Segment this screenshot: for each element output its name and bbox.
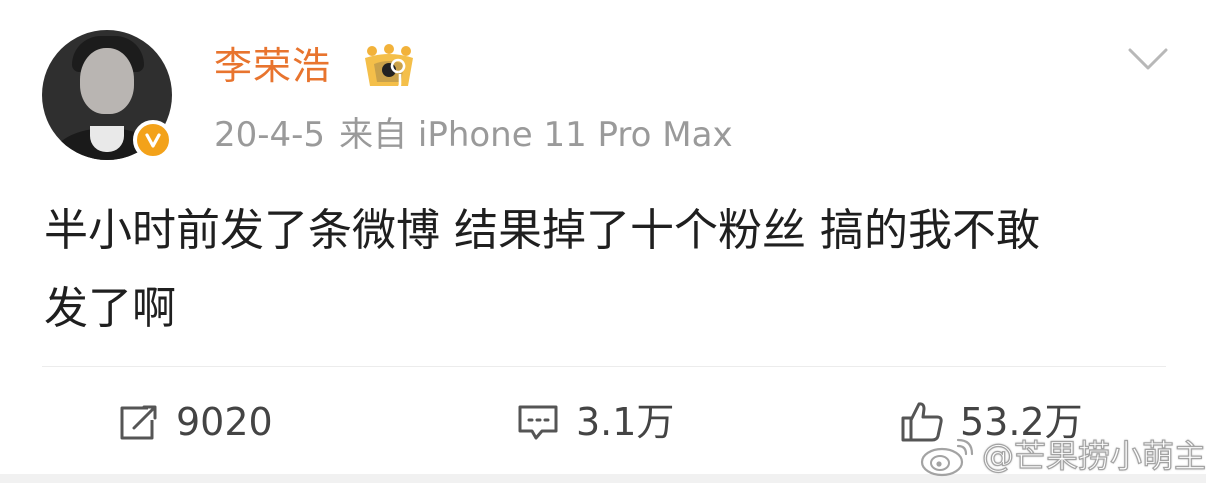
weibo-logo-icon xyxy=(920,438,974,477)
chevron-down-icon[interactable] xyxy=(1128,46,1168,72)
comment-count: 3.1万 xyxy=(576,400,675,444)
post-source: 来自 iPhone 11 Pro Max xyxy=(339,115,733,155)
divider xyxy=(42,366,1166,367)
comment-button[interactable]: 3.1万 xyxy=(514,392,674,452)
watermark: @芒果捞小萌主 xyxy=(918,432,1206,480)
watermark-text: @芒果捞小萌主 xyxy=(981,436,1206,475)
comment-icon xyxy=(518,405,558,440)
author-name[interactable]: 李荣浩 xyxy=(214,40,331,92)
avatar-face xyxy=(80,48,134,114)
repost-count: 9020 xyxy=(176,400,273,444)
repost-button[interactable]: 9020 xyxy=(114,392,273,452)
verified-badge-icon xyxy=(133,120,173,160)
vip-crown-icon[interactable] xyxy=(360,44,418,92)
post-content-line: 发了啊 xyxy=(44,283,176,334)
post-content-line: 半小时前发了条微博 结果掉了十个粉丝 搞的我不敢 xyxy=(44,205,1040,256)
post-content: 半小时前发了条微博 结果掉了十个粉丝 搞的我不敢 发了啊 xyxy=(44,192,1164,348)
repost-icon xyxy=(120,405,157,440)
post-meta: 20-4-5 来自 iPhone 11 Pro Max xyxy=(214,112,733,158)
post-date: 20-4-5 xyxy=(214,115,326,155)
weibo-post-card: 李荣浩 20-4-5 来自 iPhone 11 Pro Max 半小时前发了条微博… xyxy=(0,0,1206,483)
